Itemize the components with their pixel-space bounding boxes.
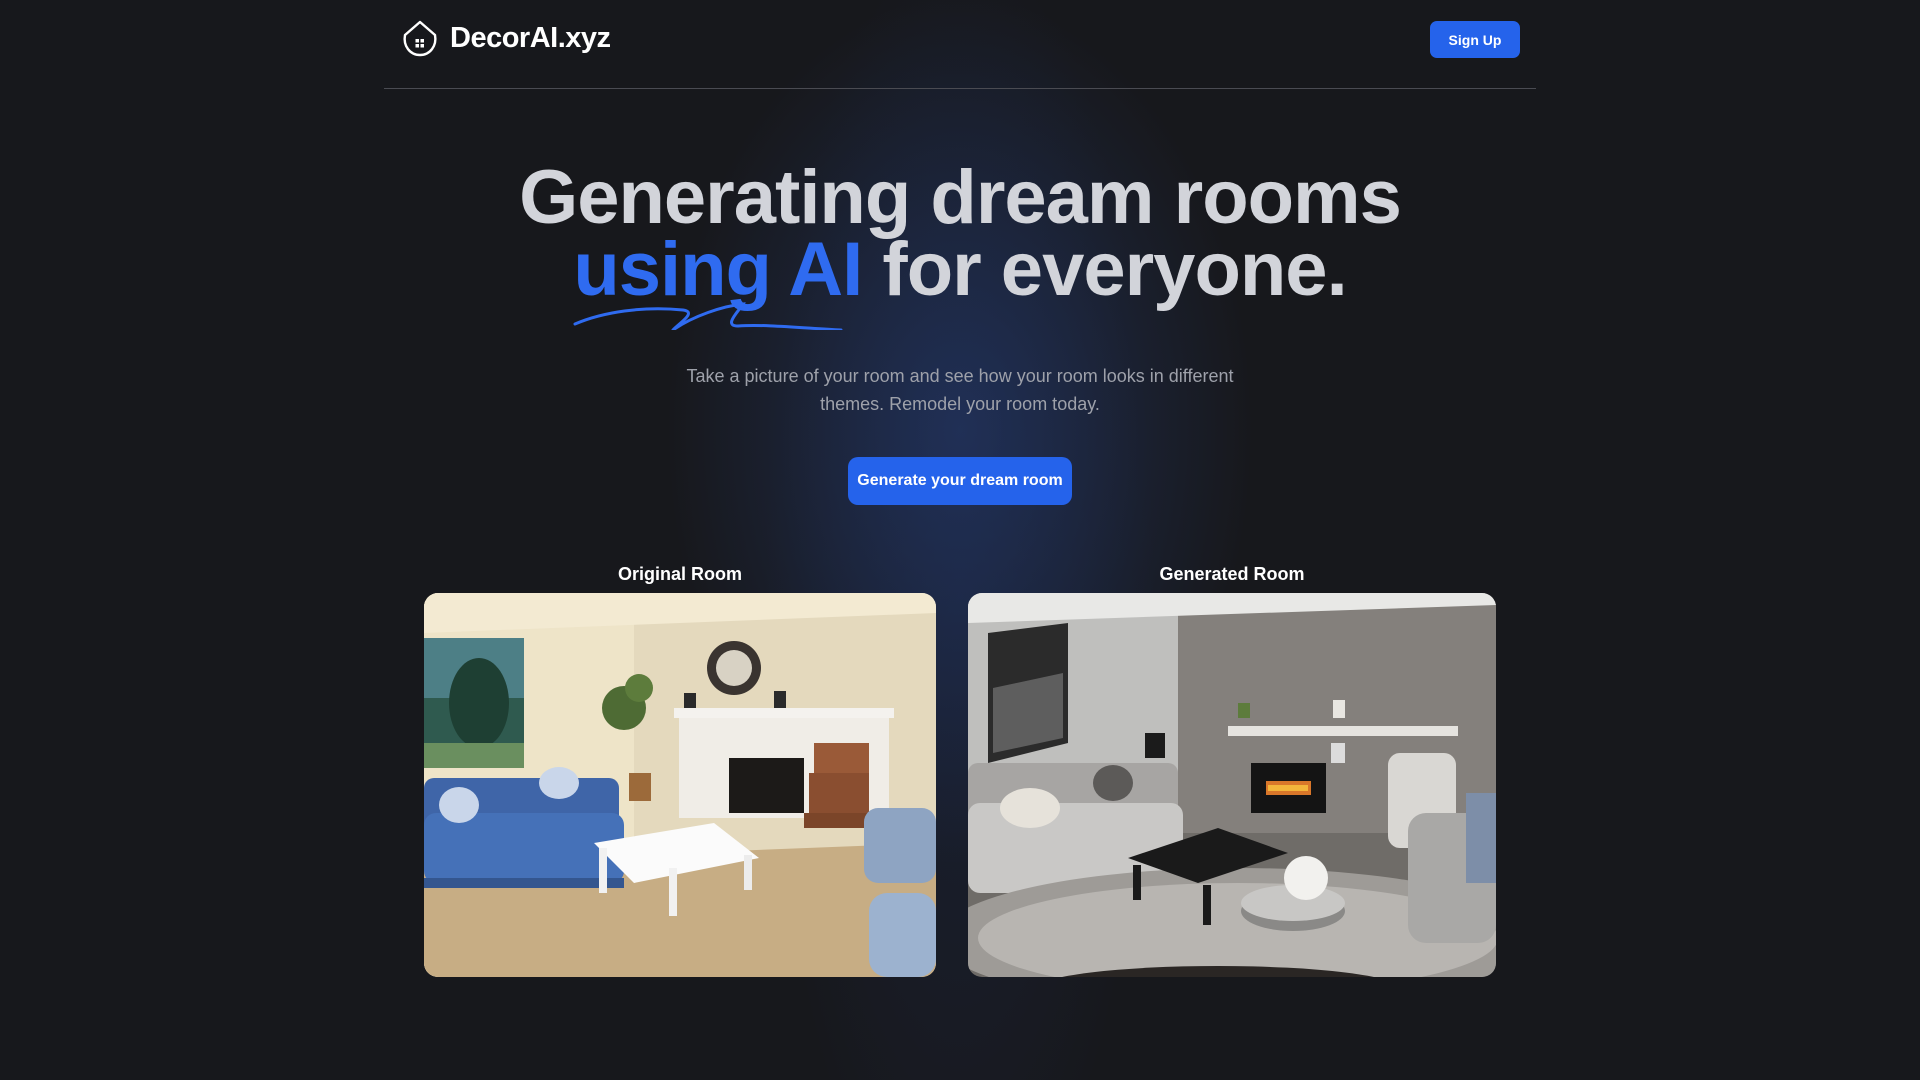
hero-title-accent: using AI	[573, 232, 863, 330]
brand-name: DecorAI.xyz	[450, 21, 611, 54]
generated-room-label: Generated Room	[1159, 564, 1305, 584]
original-room-image[interactable]	[424, 593, 936, 977]
original-room-label: Original Room	[617, 564, 742, 584]
sign-up-button[interactable]: Sign Up	[1430, 21, 1520, 58]
brand-link[interactable]: DecorAI.xyz	[400, 18, 611, 58]
top-nav: DecorAI.xyz Sign Up	[384, 0, 1536, 89]
hero-subtitle: Take a picture of your room and see how …	[686, 366, 1234, 414]
generated-room-image[interactable]	[968, 593, 1496, 977]
hero-title: Generating dream rooms using AI for ever…	[0, 160, 1920, 330]
hero-title-rest: for everyone.	[862, 227, 1347, 312]
underline-scribble	[573, 302, 843, 330]
generate-dream-room-button[interactable]: Generate your dream room	[848, 457, 1072, 505]
house-icon	[400, 18, 440, 58]
